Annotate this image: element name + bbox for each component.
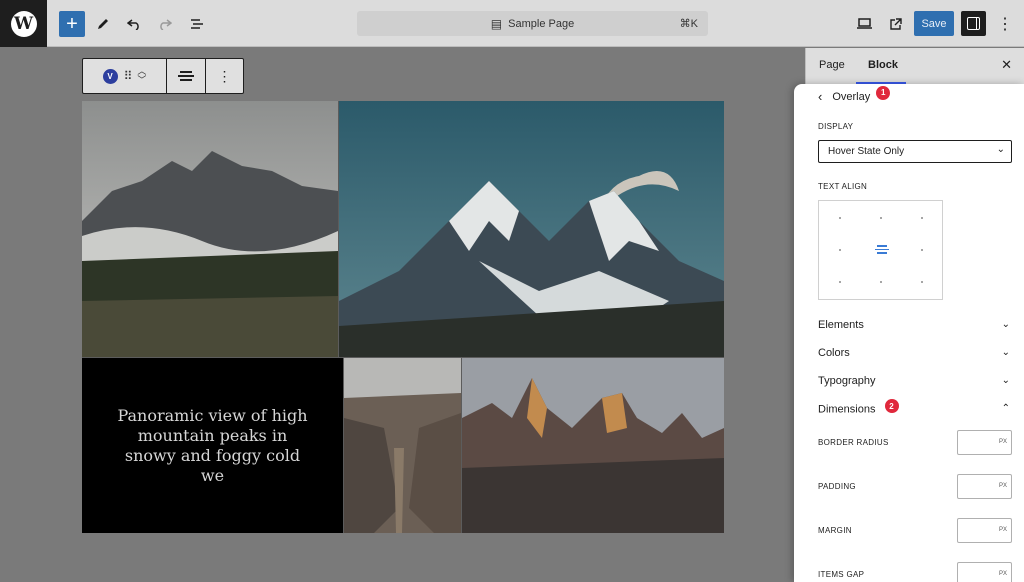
panel-header: ‹ Overlay 1 <box>818 85 891 104</box>
close-icon[interactable]: ✕ <box>1001 57 1012 73</box>
dimensions-label: Dimensions <box>818 403 876 416</box>
desktop-view-icon[interactable] <box>851 11 877 37</box>
gallery-image-misty-mountains[interactable] <box>82 101 338 357</box>
save-button[interactable]: Save <box>914 11 954 36</box>
items-gap-label: ITEMS GAP <box>818 570 865 579</box>
align-icon <box>178 71 194 81</box>
display-select-value: Hover State Only <box>828 146 905 157</box>
tab-block[interactable]: Block <box>868 59 898 71</box>
padding-label: PADDING <box>818 482 856 491</box>
overlay-settings-panel: ‹ Overlay 1 DISPLAY Hover State Only ⌄ T… <box>794 84 1024 582</box>
panel-title: Overlay <box>832 90 871 103</box>
editor-top-toolbar: W + ▤ Sample Page ⌘K Save ⋮ <box>0 0 1024 47</box>
border-radius-label: BORDER RADIUS <box>818 438 889 447</box>
typography-section-toggle[interactable]: Typography ⌄ <box>818 375 1012 387</box>
items-gap-input[interactable]: PX <box>957 562 1012 582</box>
align-middle-right[interactable] <box>921 249 923 251</box>
page-title: Sample Page <box>508 17 575 30</box>
pen-tool-icon[interactable] <box>90 11 116 37</box>
sidebar-icon <box>967 17 980 30</box>
external-link-icon[interactable] <box>882 11 908 37</box>
display-select[interactable]: Hover State Only ⌄ <box>818 140 1012 163</box>
block-options-button[interactable]: ⋮ <box>206 59 243 93</box>
align-top-center[interactable] <box>880 217 882 219</box>
colors-section-toggle[interactable]: Colors ⌄ <box>818 347 1012 359</box>
align-middle-left[interactable] <box>839 249 841 251</box>
options-more-icon[interactable]: ⋮ <box>992 11 1018 37</box>
margin-input[interactable]: PX <box>957 518 1012 543</box>
align-center-selected-icon[interactable] <box>875 243 889 256</box>
align-top-right[interactable] <box>921 217 923 219</box>
settings-sidebar-header: Page Block ✕ <box>805 48 1024 84</box>
chevron-down-icon: ⌄ <box>1001 319 1010 330</box>
unit-label: PX <box>998 571 1007 577</box>
step-badge-2: 2 <box>884 399 899 413</box>
elements-label: Elements <box>818 319 864 331</box>
redo-icon[interactable] <box>152 11 178 37</box>
unit-label: PX <box>998 439 1007 445</box>
alignment-button[interactable] <box>167 59 206 93</box>
more-vertical-icon: ⋮ <box>217 67 232 84</box>
step-badge-1: 1 <box>876 85 891 100</box>
gallery-image-canyon[interactable] <box>344 358 461 533</box>
display-label: DISPLAY <box>818 122 854 131</box>
gallery-image-snowy-peak[interactable] <box>339 101 724 357</box>
tab-page[interactable]: Page <box>819 59 845 71</box>
unit-label: PX <box>998 527 1007 533</box>
settings-sidebar-toggle[interactable] <box>961 11 986 36</box>
command-shortcut: ⌘K <box>679 18 698 30</box>
block-type-icon[interactable]: V <box>102 68 118 84</box>
gallery-block[interactable]: Panoramic view of high mountain peaks in… <box>82 101 724 533</box>
chevron-up-icon: ⌃ <box>1001 403 1010 414</box>
align-top-left[interactable] <box>839 217 841 219</box>
undo-icon[interactable] <box>121 11 147 37</box>
text-align-label: TEXT ALIGN <box>818 182 868 191</box>
document-overview-icon[interactable] <box>184 11 210 37</box>
image-caption: Panoramic view of high mountain peaks in… <box>117 405 308 485</box>
chevron-down-icon: ⌄ <box>996 144 1005 155</box>
margin-label: MARGIN <box>818 526 852 535</box>
colors-label: Colors <box>818 347 850 359</box>
wordpress-logo[interactable]: W <box>0 0 47 47</box>
wordpress-icon: W <box>10 10 37 37</box>
gallery-overlay-caption-tile[interactable]: Panoramic view of high mountain peaks in… <box>82 358 343 533</box>
block-toolbar: V ⠿ ︿ ﹀ ⋮ <box>82 58 244 94</box>
command-palette-bar[interactable]: ▤ Sample Page ⌘K <box>357 11 708 36</box>
drag-handle-icon[interactable]: ⠿ <box>124 69 133 83</box>
move-up-down-icon[interactable]: ︿ ﹀ <box>137 67 146 85</box>
dimensions-section-toggle[interactable]: Dimensions 2 ⌃ <box>818 399 1012 417</box>
typography-label: Typography <box>818 375 876 387</box>
align-bottom-left[interactable] <box>839 281 841 283</box>
align-bottom-center[interactable] <box>880 281 882 283</box>
elements-section-toggle[interactable]: Elements ⌄ <box>818 319 1012 331</box>
chevron-down-icon: ⌄ <box>1001 375 1010 386</box>
text-align-matrix[interactable] <box>818 200 943 300</box>
chevron-down-icon: ⌄ <box>1001 347 1010 358</box>
back-arrow-icon[interactable]: ‹ <box>818 89 822 104</box>
add-block-button[interactable]: + <box>59 11 85 37</box>
gallery-image-rocky-towers[interactable] <box>462 358 724 533</box>
unit-label: PX <box>998 483 1007 489</box>
border-radius-input[interactable]: PX <box>957 430 1012 455</box>
padding-input[interactable]: PX <box>957 474 1012 499</box>
align-bottom-right[interactable] <box>921 281 923 283</box>
page-icon: ▤ <box>490 16 503 31</box>
block-identity-group: V ⠿ ︿ ﹀ <box>83 59 167 93</box>
